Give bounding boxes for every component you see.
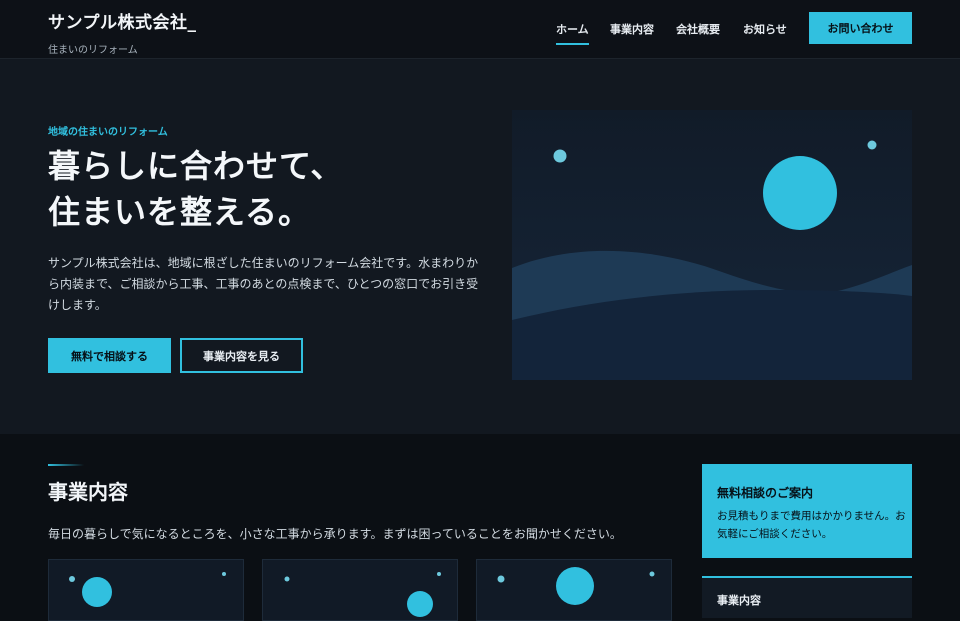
hero-sun-icon — [763, 156, 837, 230]
hero-section: 地域の住まいのリフォーム 暮らしに合わせて、 住まいを整える。 サンプル株式会社… — [0, 59, 960, 434]
nav-item-company[interactable]: 会社概要 — [676, 21, 720, 37]
consult-panel-title: 無料相談のご案内 — [717, 486, 814, 500]
view-services-button[interactable]: 事業内容を見る — [180, 338, 303, 373]
logo-title: サンプル株式会社_ — [48, 13, 197, 33]
nav-item-news[interactable]: お知らせ — [743, 21, 787, 37]
site-logo[interactable]: サンプル株式会社_ 住まいのリフォーム — [48, 8, 197, 56]
card-sun-icon — [407, 591, 433, 617]
logo-subtitle: 住まいのリフォーム — [48, 45, 138, 56]
hero-small-moon-icon — [553, 149, 567, 163]
nav-item-services[interactable]: 事業内容 — [610, 21, 654, 37]
services-lead: 毎日の暮らしで気になるところを、小さな工事から承ります。まずは困っていることをお… — [48, 527, 622, 541]
consult-panel-text: お見積もりまで費用はかかりません。お気軽にご相談ください。 — [717, 510, 906, 540]
hero-headline-line2: 住まいを整える。 — [48, 193, 312, 231]
site-header: サンプル株式会社_ 住まいのリフォーム ホーム 事業内容 会社概要 お知らせ お… — [0, 0, 960, 59]
hero-lead: サンプル株式会社は、地域に根ざした住まいのリフォーム会社です。水まわりから内装ま… — [48, 256, 479, 312]
sidebar-services-title[interactable]: 事業内容 — [717, 592, 761, 608]
service-card[interactable] — [262, 559, 458, 621]
nav-item-home[interactable]: ホーム — [556, 21, 589, 45]
card-moon-icon — [497, 575, 505, 583]
card-star-icon — [437, 572, 441, 576]
section-accent-line — [48, 464, 84, 466]
services-section: 事業内容 毎日の暮らしで気になるところを、小さな工事から承ります。まずは困ってい… — [0, 434, 960, 621]
card-moon-icon — [284, 576, 290, 582]
hero-illustration — [512, 110, 912, 380]
contact-button[interactable]: お問い合わせ — [809, 12, 912, 44]
service-card-illustration — [284, 572, 441, 617]
service-card-illustration — [69, 572, 226, 607]
hero-star-icon — [867, 140, 877, 150]
hero-headline-line1: 暮らしに合わせて、 — [48, 147, 344, 185]
free-consult-panel: 無料相談のご案内 お見積もりまで費用はかかりません。お気軽にご相談ください。 — [702, 464, 912, 558]
services-title: 事業内容 — [48, 480, 128, 504]
service-card-illustration — [497, 567, 655, 605]
card-star-icon — [649, 571, 655, 577]
service-card[interactable] — [476, 559, 672, 621]
free-consult-button[interactable]: 無料で相談する — [48, 338, 171, 373]
sidebar-services-panel: 事業内容 — [702, 576, 912, 618]
card-sun-icon — [556, 567, 594, 605]
card-sun-icon — [82, 577, 112, 607]
hero-headline: 暮らしに合わせて、 住まいを整える。 — [48, 143, 468, 235]
service-card[interactable] — [48, 559, 244, 621]
card-moon-icon — [69, 576, 75, 582]
hero-eyebrow: 地域の住まいのリフォーム — [48, 127, 168, 138]
card-star-icon — [222, 572, 226, 576]
